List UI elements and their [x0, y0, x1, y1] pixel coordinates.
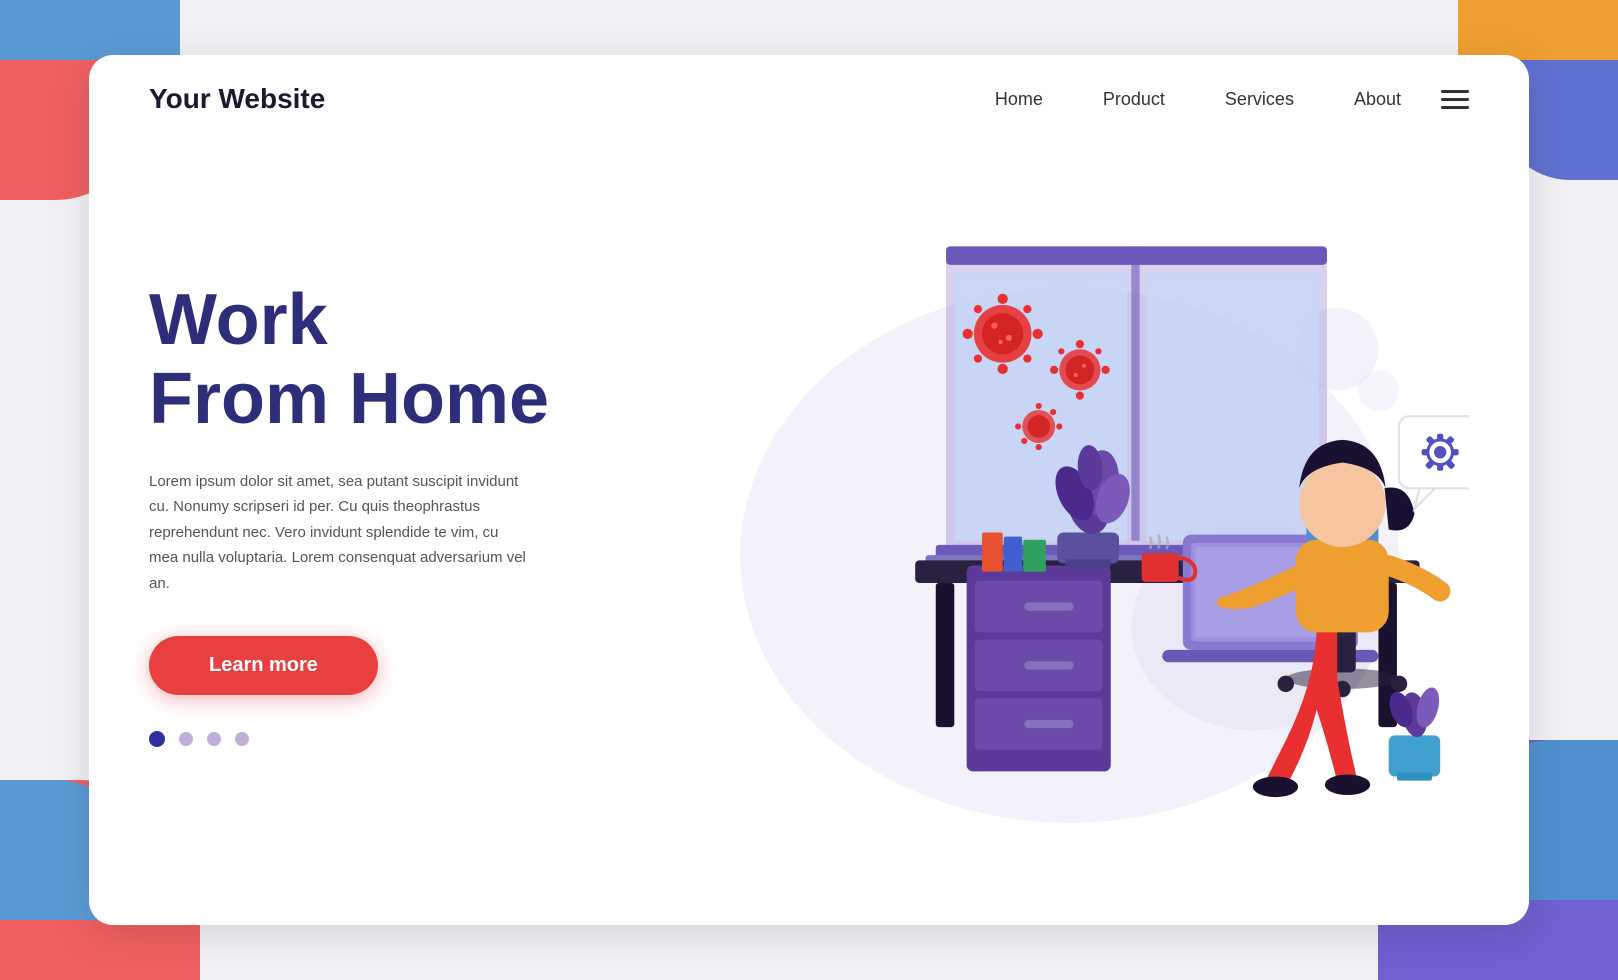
hamburger-line-1 — [1441, 90, 1469, 93]
dot-4[interactable] — [235, 732, 249, 746]
nav-about[interactable]: About — [1354, 89, 1401, 110]
nav-services[interactable]: Services — [1225, 89, 1294, 110]
hero-title: Work From Home — [149, 281, 589, 439]
hamburger-menu[interactable] — [1441, 90, 1469, 109]
main-card: Your Website Home Product Services About… — [89, 55, 1529, 925]
dot-1[interactable] — [149, 731, 165, 747]
carousel-dots — [149, 731, 589, 747]
dot-2[interactable] — [179, 732, 193, 746]
logo: Your Website — [149, 83, 325, 115]
hero-illustration — [629, 143, 1469, 885]
nav-product[interactable]: Product — [1103, 89, 1165, 110]
nav-home[interactable]: Home — [995, 89, 1043, 110]
hamburger-line-2 — [1441, 98, 1469, 101]
dot-3[interactable] — [207, 732, 221, 746]
hero-left: Work From Home Lorem ipsum dolor sit ame… — [149, 281, 629, 748]
hamburger-line-3 — [1441, 106, 1469, 109]
work-from-home-svg — [629, 164, 1469, 864]
main-content: Work From Home Lorem ipsum dolor sit ame… — [89, 143, 1529, 925]
learn-more-button[interactable]: Learn more — [149, 636, 378, 695]
hero-description: Lorem ipsum dolor sit amet, sea putant s… — [149, 469, 529, 597]
header: Your Website Home Product Services About — [89, 55, 1529, 143]
navigation: Home Product Services About — [995, 89, 1401, 110]
